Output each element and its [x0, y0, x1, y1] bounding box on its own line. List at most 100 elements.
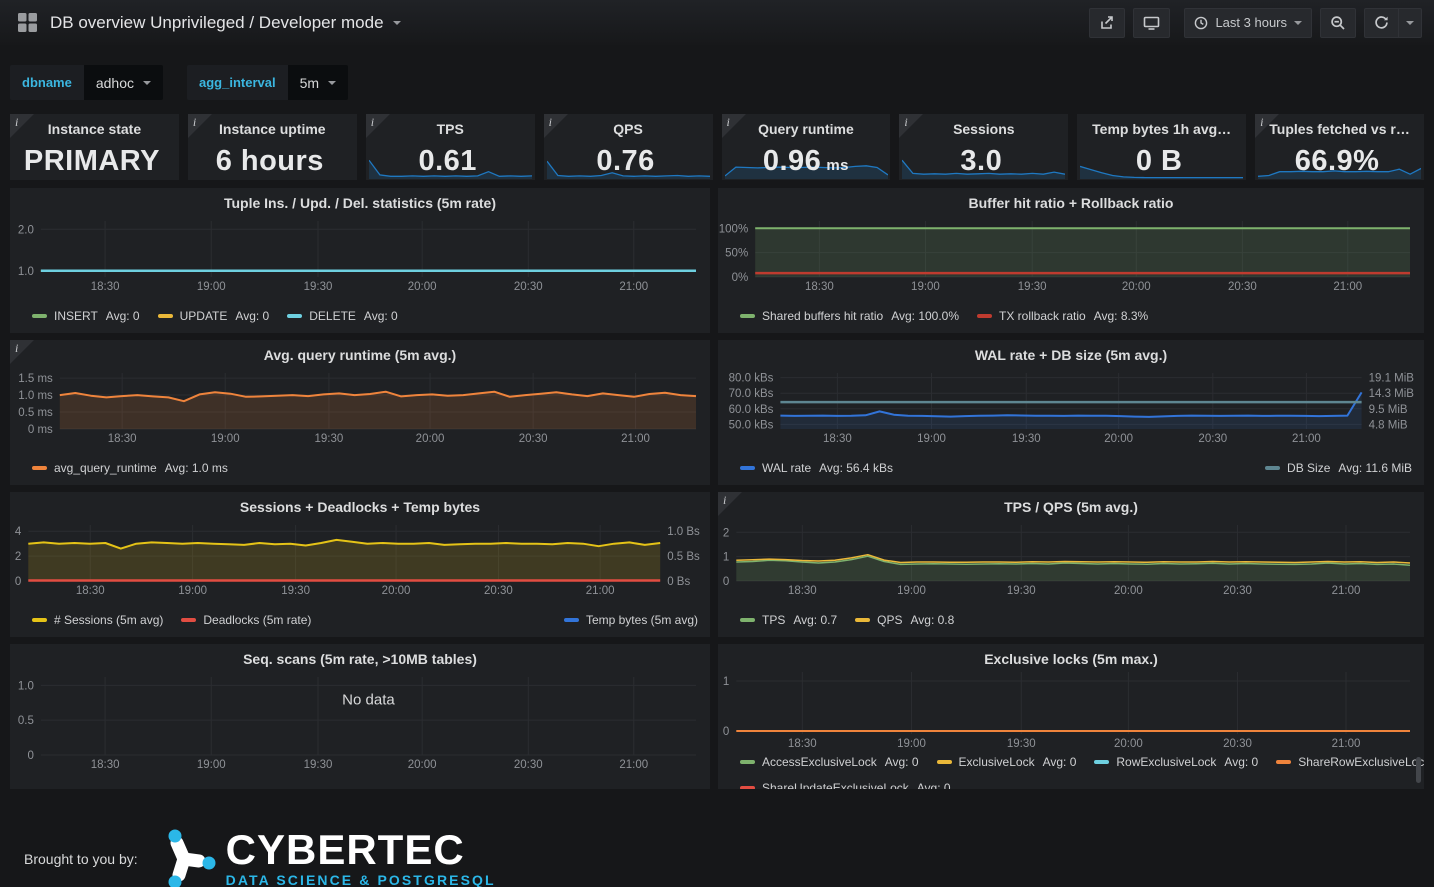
stat-value: PRIMARY — [10, 145, 179, 178]
legend-swatch — [740, 618, 755, 622]
legend-item[interactable]: INSERTAvg: 0 — [32, 305, 140, 327]
svg-text:21:00: 21:00 — [1333, 281, 1362, 293]
info-icon[interactable]: i — [544, 114, 568, 138]
svg-text:0.5: 0.5 — [18, 715, 34, 727]
variable-agg-interval-select[interactable]: 5m — [288, 65, 348, 100]
legend-item[interactable]: DB SizeAvg: 11.6 MiB — [1265, 457, 1412, 479]
dashboard-title[interactable]: DB overview Unprivileged / Developer mod… — [50, 13, 401, 33]
legend-swatch — [1094, 760, 1109, 764]
variable-dbname: dbname adhoc — [10, 65, 163, 100]
panel-title[interactable]: Buffer hit ratio + Rollback ratio — [718, 188, 1424, 216]
stat-title[interactable]: Instance uptime — [188, 114, 357, 137]
legend-swatch — [287, 314, 302, 318]
legend-item[interactable]: WAL rateAvg: 56.4 kBs — [740, 457, 893, 479]
dashboard-grid-logo-icon[interactable] — [10, 6, 44, 40]
svg-text:19:00: 19:00 — [211, 433, 240, 445]
legend-item[interactable]: TX rollback ratioAvg: 8.3% — [977, 305, 1148, 327]
legend-item[interactable]: DELETEAvg: 0 — [287, 305, 398, 327]
stat-title[interactable]: Instance state — [10, 114, 179, 137]
legend-item[interactable]: Temp bytes (5m avg) — [564, 609, 698, 631]
clock-icon — [1194, 16, 1208, 30]
panel-title[interactable]: WAL rate + DB size (5m avg.) — [718, 340, 1424, 368]
stat-title[interactable]: Sessions — [899, 114, 1068, 137]
legend-item[interactable]: RowExclusiveLockAvg: 0 — [1094, 751, 1258, 773]
stat-title[interactable]: TPS — [366, 114, 535, 137]
legend-item[interactable]: avg_query_runtimeAvg: 1.0 ms — [32, 457, 228, 479]
stat-title[interactable]: QPS — [544, 114, 713, 137]
chart-seq-scans[interactable]: 00.51.018:3019:0019:3020:0020:3021:00No … — [10, 672, 710, 772]
svg-text:19:30: 19:30 — [1012, 433, 1041, 445]
legend-swatch — [158, 314, 173, 318]
svg-text:60.0 kBs: 60.0 kBs — [729, 404, 774, 416]
panel-title[interactable]: Avg. query runtime (5m avg.) — [10, 340, 710, 368]
legend-swatch — [1265, 466, 1280, 470]
legend-item[interactable]: AccessExclusiveLockAvg: 0 — [740, 751, 919, 773]
info-icon[interactable]: i — [899, 114, 923, 138]
variable-dbname-select[interactable]: adhoc — [84, 65, 163, 100]
svg-text:14.3 MiB: 14.3 MiB — [1369, 388, 1415, 400]
dashboard-title-text: DB overview Unprivileged / Developer mod… — [50, 13, 384, 33]
stat-title[interactable]: Query runtime — [722, 114, 891, 137]
legend-item[interactable]: TPSAvg: 0.7 — [740, 609, 837, 631]
stat-panel: i Instance uptime 6 hours — [188, 114, 357, 180]
chart-buffer-hit-ratio[interactable]: 0%50%100%18:3019:0019:3020:0020:3021:00 — [718, 216, 1424, 294]
info-icon[interactable]: i — [722, 114, 746, 138]
dashboard-grid: i Instance state PRIMARY i Instance upti… — [0, 114, 1434, 789]
legend-item[interactable]: Shared buffers hit ratioAvg: 100.0% — [740, 305, 959, 327]
legend-item[interactable]: ShareRowExclusiveLockAvg: 0 — [1276, 751, 1424, 773]
svg-text:19:30: 19:30 — [304, 759, 333, 771]
variable-agg-interval-label: agg_interval — [187, 65, 288, 100]
panel-title[interactable]: Tuple Ins. / Upd. / Del. statistics (5m … — [10, 188, 710, 216]
cycle-view-button[interactable] — [1133, 8, 1170, 38]
svg-text:1: 1 — [723, 552, 729, 564]
footer: Brought to you by: CYBERTEC DATA SCIENCE… — [0, 829, 1434, 887]
info-icon[interactable]: i — [718, 492, 742, 516]
svg-text:1.0: 1.0 — [18, 680, 34, 692]
chart-tps-qps[interactable]: 01218:3019:0019:3020:0020:3021:00 — [718, 520, 1424, 598]
legend-swatch — [32, 466, 47, 470]
svg-text:20:00: 20:00 — [1104, 433, 1133, 445]
legend-swatch — [740, 760, 755, 764]
svg-text:20:00: 20:00 — [408, 759, 437, 771]
time-picker-button[interactable]: Last 3 hours — [1184, 8, 1312, 38]
chart-avg-query-runtime[interactable]: 0 ms0.5 ms1.0 ms1.5 ms18:3019:0019:3020:… — [10, 368, 710, 446]
legend-item[interactable]: UPDATEAvg: 0 — [158, 305, 270, 327]
legend-scrollbar[interactable] — [1416, 757, 1421, 783]
info-icon[interactable]: i — [366, 114, 390, 138]
svg-text:1.0 ms: 1.0 ms — [18, 390, 53, 402]
legend-item[interactable]: QPSAvg: 0.8 — [855, 609, 954, 631]
chart-exclusive-locks[interactable]: 0118:3019:0019:3020:0020:3021:00 — [718, 667, 1424, 751]
legend-item[interactable]: ExclusiveLockAvg: 0 — [937, 751, 1077, 773]
panel-title[interactable]: Exclusive locks (5m max.) — [718, 644, 1424, 667]
svg-text:1.0 Bs: 1.0 Bs — [667, 526, 700, 538]
svg-text:20:30: 20:30 — [514, 759, 543, 771]
refresh-interval-dropdown[interactable] — [1398, 8, 1422, 38]
stat-title[interactable]: Tuples fetched vs r… — [1255, 114, 1424, 137]
refresh-button[interactable] — [1364, 8, 1398, 38]
info-icon[interactable]: i — [1255, 114, 1279, 138]
chart-legend: WAL rateAvg: 56.4 kBs DB SizeAvg: 11.6 Mi… — [718, 457, 1424, 485]
panel-title[interactable]: Sessions + Deadlocks + Temp bytes — [10, 492, 710, 520]
legend-swatch — [937, 760, 952, 764]
chart-wal-rate-db-size[interactable]: 50.0 kBs4.8 MiB60.0 kBs9.5 MiB70.0 kBs14… — [718, 368, 1424, 446]
svg-text:19:00: 19:00 — [178, 585, 207, 597]
info-icon[interactable]: i — [188, 114, 212, 138]
panel-title[interactable]: TPS / QPS (5m avg.) — [718, 492, 1424, 520]
chart-legend: TPSAvg: 0.7 QPSAvg: 0.8 — [718, 609, 1424, 637]
info-icon[interactable]: i — [10, 340, 34, 364]
cybertec-molecule-icon — [158, 829, 216, 887]
legend-item[interactable]: Deadlocks (5m rate) — [181, 609, 311, 631]
chart-sessions-deadlocks[interactable]: 00 Bs20.5 Bs41.0 Bs18:3019:0019:3020:002… — [10, 520, 710, 598]
zoom-out-button[interactable] — [1320, 8, 1356, 38]
legend-item[interactable]: # Sessions (5m avg) — [32, 609, 163, 631]
stat-title[interactable]: Temp bytes 1h avg… — [1077, 114, 1246, 137]
svg-text:21:00: 21:00 — [586, 585, 615, 597]
share-button[interactable] — [1089, 8, 1125, 38]
panel-sessions-deadlocks: i Sessions + Deadlocks + Temp bytes 00 B… — [10, 492, 710, 637]
legend-item[interactable]: ShareUpdateExclusiveLockAvg: 0 — [740, 777, 951, 789]
svg-text:20:00: 20:00 — [1122, 281, 1151, 293]
chart-tuple-statistics[interactable]: 1.02.018:3019:0019:3020:0020:3021:00 — [10, 216, 710, 294]
info-icon[interactable]: i — [10, 114, 34, 138]
svg-text:18:30: 18:30 — [91, 281, 120, 293]
panel-title[interactable]: Seq. scans (5m rate, >10MB tables) — [10, 644, 710, 672]
